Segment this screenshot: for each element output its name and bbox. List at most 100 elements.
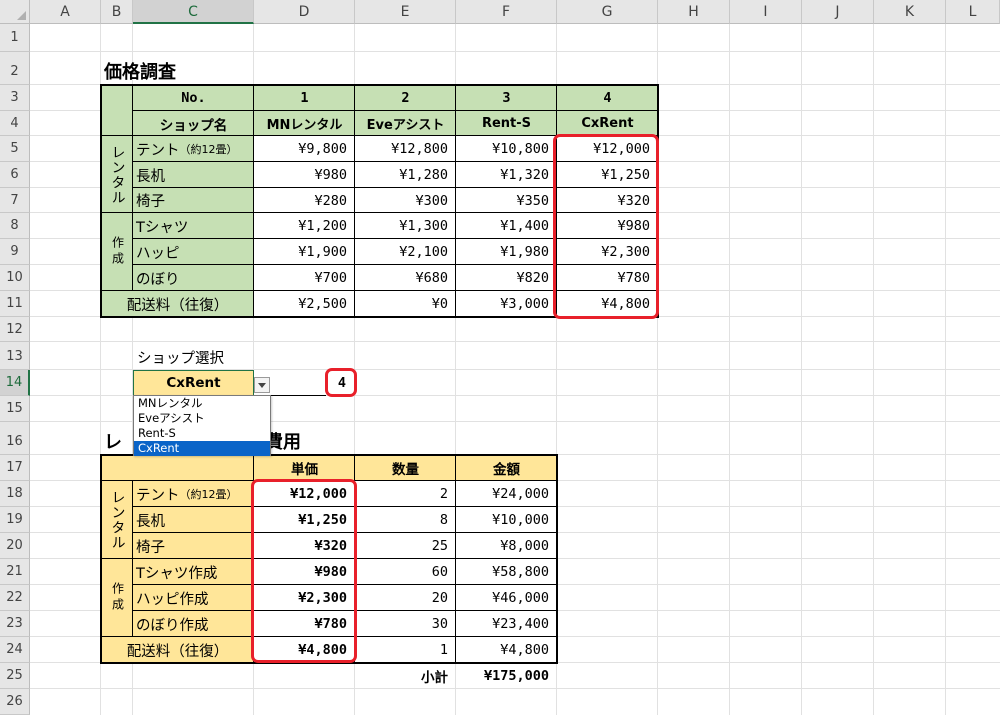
quantity-cell[interactable]: 2 [355,481,456,507]
unit-price-header[interactable]: 単価 [254,455,355,481]
price-cell[interactable]: ¥1,400 [456,213,557,239]
row-header[interactable]: 8 [0,213,30,239]
row-header[interactable]: 17 [0,455,30,481]
amount-cell[interactable]: ¥4,800 [456,637,557,663]
quantity-cell[interactable]: 30 [355,611,456,637]
item-name-cell[interactable]: テント （約12畳） [133,136,254,162]
price-cell[interactable]: ¥3,000 [456,291,557,317]
row-header[interactable]: 3 [0,85,30,111]
row-header[interactable]: 10 [0,265,30,291]
row-header[interactable]: 6 [0,162,30,188]
price-cell[interactable]: ¥1,320 [456,162,557,188]
price-cell[interactable]: ¥1,280 [355,162,456,188]
shop-dropdown-list[interactable]: MNレンタル Eveアシスト Rent-S CxRent [133,395,271,456]
row-header[interactable]: 11 [0,291,30,317]
col-header-l[interactable]: L [946,0,1000,24]
row-header[interactable]: 13 [0,342,30,370]
quantity-cell[interactable]: 25 [355,533,456,559]
item-name-cell[interactable]: 椅子 [133,188,254,213]
cost-group-rental-cell[interactable]: レンタル [101,481,133,559]
row-header[interactable]: 23 [0,611,30,637]
row-header[interactable]: 26 [0,689,30,715]
price-cell[interactable]: ¥1,980 [456,239,557,265]
cost-item-cell[interactable]: Tシャツ作成 [133,559,254,585]
price-cell[interactable]: ¥300 [355,188,456,213]
amount-cell[interactable]: ¥58,800 [456,559,557,585]
row-header[interactable]: 25 [0,663,30,689]
row-header[interactable]: 19 [0,507,30,533]
row-header[interactable]: 1 [0,24,30,52]
select-all-corner[interactable] [0,0,30,24]
col-header-c[interactable]: C [133,0,254,24]
subtotal-value[interactable]: ¥175,000 [456,663,557,689]
group-make-cell[interactable]: 作成 [101,213,133,291]
price-cell[interactable]: ¥1,300 [355,213,456,239]
amount-cell[interactable]: ¥23,400 [456,611,557,637]
cost-item-cell[interactable]: のぼり作成 [133,611,254,637]
item-name-cell[interactable]: のぼり [133,265,254,291]
row-header[interactable]: 2 [0,52,30,85]
col-header-d[interactable]: D [254,0,355,24]
dropdown-option[interactable]: MNレンタル [134,396,270,411]
row-header[interactable]: 7 [0,188,30,213]
row-header[interactable]: 22 [0,585,30,611]
cost-header-blank[interactable] [101,455,254,481]
cost-item-cell[interactable]: 椅子 [133,533,254,559]
cost-item-cell[interactable]: 長机 [133,507,254,533]
item-name-cell[interactable]: ハッピ [133,239,254,265]
price-cell[interactable]: ¥1,900 [254,239,355,265]
shop-number-cell[interactable]: 3 [456,85,557,111]
row-header[interactable]: 24 [0,637,30,663]
shop-number-cell[interactable]: 1 [254,85,355,111]
subtotal-label[interactable]: 小計 [355,663,456,689]
dropdown-option-selected[interactable]: CxRent [134,441,270,456]
price-cell[interactable]: ¥980 [254,162,355,188]
dropdown-option[interactable]: Eveアシスト [134,411,270,426]
item-name-cell[interactable]: 長机 [133,162,254,188]
shop-label-cell[interactable]: ショップ名 [133,111,254,136]
dropdown-option[interactable]: Rent-S [134,426,270,441]
quantity-cell[interactable]: 1 [355,637,456,663]
row-header[interactable]: 18 [0,481,30,507]
row-header[interactable]: 12 [0,317,30,342]
amount-cell[interactable]: ¥46,000 [456,585,557,611]
shop-number-cell[interactable]: 4 [557,85,658,111]
shop-number-cell[interactable]: 2 [355,85,456,111]
col-header-j[interactable]: J [802,0,874,24]
price-cell[interactable]: ¥12,800 [355,136,456,162]
cost-shipping-label-cell[interactable]: 配送料（往復） [101,637,254,663]
col-header-b[interactable]: B [101,0,133,24]
dropdown-arrow-button[interactable] [254,377,270,393]
amount-cell[interactable]: ¥24,000 [456,481,557,507]
no-label-cell[interactable]: No. [133,85,254,111]
cost-group-make-cell[interactable]: 作成 [101,559,133,637]
cost-item-cell[interactable]: テント （約12畳） [133,481,254,507]
shop-name-cell[interactable]: MNレンタル [254,111,355,136]
row-header[interactable]: 15 [0,396,30,422]
amount-header[interactable]: 金額 [456,455,557,481]
row-header[interactable]: 14 [0,370,30,396]
col-header-g[interactable]: G [557,0,658,24]
col-header-k[interactable]: K [874,0,946,24]
row-header[interactable]: 21 [0,559,30,585]
shop-name-cell[interactable]: Eveアシスト [355,111,456,136]
shipping-label-cell[interactable]: 配送料（往復） [101,291,254,317]
item-name-cell[interactable]: Tシャツ [133,213,254,239]
shop-select-cell[interactable]: CxRent [133,370,254,396]
price-cell[interactable]: ¥10,800 [456,136,557,162]
amount-cell[interactable]: ¥8,000 [456,533,557,559]
price-cell[interactable]: ¥350 [456,188,557,213]
quantity-cell[interactable]: 60 [355,559,456,585]
col-header-h[interactable]: H [658,0,730,24]
price-cell[interactable]: ¥820 [456,265,557,291]
quantity-cell[interactable]: 20 [355,585,456,611]
col-header-f[interactable]: F [456,0,557,24]
price-cell[interactable]: ¥9,800 [254,136,355,162]
price-cell[interactable]: ¥2,100 [355,239,456,265]
group-rental-cell[interactable]: レンタル [101,136,133,213]
row-header[interactable]: 4 [0,111,30,136]
shop-name-cell[interactable]: CxRent [557,111,658,136]
col-header-a[interactable]: A [30,0,101,24]
quantity-cell[interactable]: 8 [355,507,456,533]
price-cell[interactable]: ¥280 [254,188,355,213]
